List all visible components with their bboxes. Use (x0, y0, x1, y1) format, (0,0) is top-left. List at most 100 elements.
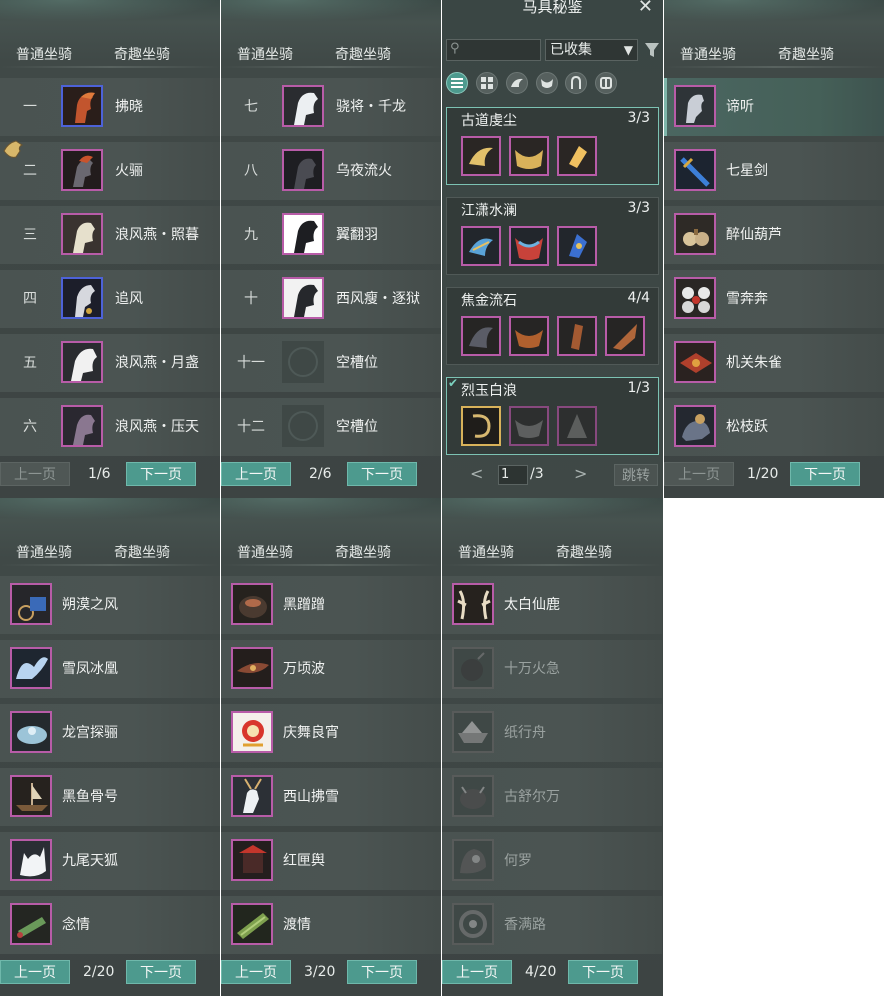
mount-row[interactable]: 八 乌夜流火 (221, 142, 441, 200)
tab-normal-mounts[interactable]: 普通坐骑 (16, 542, 72, 562)
page-number-input[interactable]: 1 (498, 465, 528, 485)
next-page-button[interactable]: 下一页 (347, 462, 417, 486)
mount-row[interactable]: 龙宫探骊 (0, 704, 220, 762)
tab-fun-mounts[interactable]: 奇趣坐骑 (114, 542, 170, 562)
saddle-item-icon[interactable] (509, 316, 549, 356)
tab-fun-mounts[interactable]: 奇趣坐骑 (556, 542, 612, 562)
horse-icon (282, 213, 324, 255)
close-icon[interactable]: ✕ (638, 0, 653, 17)
search-input[interactable]: ⚲ (446, 39, 541, 61)
stirrup-item-icon[interactable] (557, 136, 597, 176)
mount-row[interactable]: 古舒尔万 (442, 768, 662, 826)
prev-page-button[interactable]: 上一页 (221, 960, 291, 984)
saddle-item-icon[interactable] (509, 226, 549, 266)
armor-item-icon[interactable] (605, 316, 645, 356)
chevron-left-icon[interactable]: < (470, 464, 483, 483)
mount-row[interactable]: 太白仙鹿 (442, 576, 662, 634)
mount-row[interactable]: 十二 空槽位 (221, 398, 441, 456)
mount-row[interactable]: 十 西风瘦・逐狱 (221, 270, 441, 328)
tack-set-card[interactable]: 古道虔尘 3/3 (446, 107, 659, 185)
prev-page-button[interactable]: 上一页 (0, 960, 70, 984)
filter-icon[interactable] (644, 41, 660, 59)
category-all-icon[interactable] (446, 72, 468, 94)
mount-row[interactable]: 黑鱼骨号 (0, 768, 220, 826)
slot-number: 十 (244, 291, 258, 307)
mount-row[interactable]: 机关朱雀 (664, 334, 884, 392)
tab-normal-mounts[interactable]: 普通坐骑 (680, 44, 736, 64)
mount-row[interactable]: 醉仙葫芦 (664, 206, 884, 264)
chevron-right-icon[interactable]: > (574, 464, 587, 483)
mount-row[interactable]: 庆舞良宵 (221, 704, 441, 762)
mount-row[interactable]: 渡情 (221, 896, 441, 954)
saddle-item-icon[interactable] (509, 136, 549, 176)
mount-row[interactable]: 念情 (0, 896, 220, 954)
next-page-button[interactable]: 下一页 (126, 462, 196, 486)
category-grid-icon[interactable] (476, 72, 498, 94)
headgear-item-icon[interactable] (461, 316, 501, 356)
category-armor-icon[interactable] (595, 72, 617, 94)
mount-row[interactable]: 雪凤冰凰 (0, 640, 220, 698)
tack-set-card[interactable]: ✔ 烈玉白浪 1/3 (446, 376, 659, 455)
mount-name: 渡情 (283, 917, 311, 933)
jump-button[interactable]: 跳转 (614, 464, 658, 486)
palanquin-icon (231, 839, 273, 881)
mount-row[interactable]: 五 浪风燕・月盏 (0, 334, 220, 392)
mount-row[interactable]: 四 追风 (0, 270, 220, 328)
mount-name: 浪风燕・压天 (115, 419, 199, 435)
prev-page-button[interactable]: 上一页 (442, 960, 512, 984)
stirrup-item-icon[interactable] (557, 406, 597, 446)
collected-filter-select[interactable]: 已收集 ▼ (545, 39, 638, 61)
tab-fun-mounts[interactable]: 奇趣坐骑 (114, 44, 170, 64)
stirrup-item-icon[interactable] (557, 316, 597, 356)
tack-set-card[interactable]: 江潇水澜 3/3 (446, 197, 659, 275)
tab-fun-mounts[interactable]: 奇趣坐骑 (778, 44, 834, 64)
headgear-item-icon[interactable] (461, 406, 501, 446)
mount-row[interactable]: 红匣舆 (221, 832, 441, 890)
mount-row[interactable]: 何罗 (442, 832, 662, 890)
mount-row[interactable]: 十一 空槽位 (221, 334, 441, 392)
mount-row[interactable]: 朔漠之风 (0, 576, 220, 634)
mount-row[interactable]: 七星剑 (664, 142, 884, 200)
tab-fun-mounts[interactable]: 奇趣坐骑 (335, 44, 391, 64)
mount-row[interactable]: 万顷波 (221, 640, 441, 698)
mount-row[interactable]: 谛听 (664, 78, 884, 136)
mount-row[interactable]: 九尾天狐 (0, 832, 220, 890)
category-headgear-icon[interactable] (506, 72, 528, 94)
mount-row[interactable]: 七 骁将・千龙 (221, 78, 441, 136)
tack-set-card[interactable]: 焦金流石 4/4 (446, 287, 659, 365)
saddle-item-icon[interactable] (509, 406, 549, 446)
mount-row[interactable]: 松枝跃 (664, 398, 884, 456)
headgear-item-icon[interactable] (461, 136, 501, 176)
mount-row[interactable]: 十万火急 (442, 640, 662, 698)
mount-row[interactable]: 九 翼翻羽 (221, 206, 441, 264)
mount-row[interactable]: 三 浪风燕・照暮 (0, 206, 220, 264)
category-stirrup-icon[interactable] (565, 72, 587, 94)
prev-page-button[interactable]: 上一页 (0, 462, 70, 486)
category-saddle-icon[interactable] (536, 72, 558, 94)
next-page-button[interactable]: 下一页 (790, 462, 860, 486)
next-page-button[interactable]: 下一页 (568, 960, 638, 984)
stirrup-item-icon[interactable] (557, 226, 597, 266)
tab-normal-mounts[interactable]: 普通坐骑 (237, 44, 293, 64)
mount-panel-fun-page3: 普通坐骑 奇趣坐骑 黑蹭蹭 万顷波 庆舞良宵 西山拂雪 红匣舆 渡情 上一页 3… (221, 498, 441, 996)
tab-divider (0, 66, 220, 68)
tab-normal-mounts[interactable]: 普通坐骑 (458, 542, 514, 562)
prev-page-button[interactable]: 上一页 (221, 462, 291, 486)
tab-fun-mounts[interactable]: 奇趣坐骑 (335, 542, 391, 562)
next-page-button[interactable]: 下一页 (347, 960, 417, 984)
mount-row[interactable]: 六 浪风燕・压天 (0, 398, 220, 456)
mount-name: 七星剑 (726, 163, 768, 179)
mount-row[interactable]: 黑蹭蹭 (221, 576, 441, 634)
prev-page-button[interactable]: 上一页 (664, 462, 734, 486)
mount-row[interactable]: 二 火骊 (0, 142, 220, 200)
mount-row[interactable]: 一 拂晓 (0, 78, 220, 136)
headgear-item-icon[interactable] (461, 226, 501, 266)
mount-row[interactable]: 西山拂雪 (221, 768, 441, 826)
mount-row[interactable]: 香满路 (442, 896, 662, 954)
pagination: 上一页 3/20 下一页 (221, 958, 441, 988)
tab-normal-mounts[interactable]: 普通坐骑 (237, 542, 293, 562)
mount-row[interactable]: 纸行舟 (442, 704, 662, 762)
tab-normal-mounts[interactable]: 普通坐骑 (16, 44, 72, 64)
next-page-button[interactable]: 下一页 (126, 960, 196, 984)
mount-row[interactable]: 雪奔奔 (664, 270, 884, 328)
